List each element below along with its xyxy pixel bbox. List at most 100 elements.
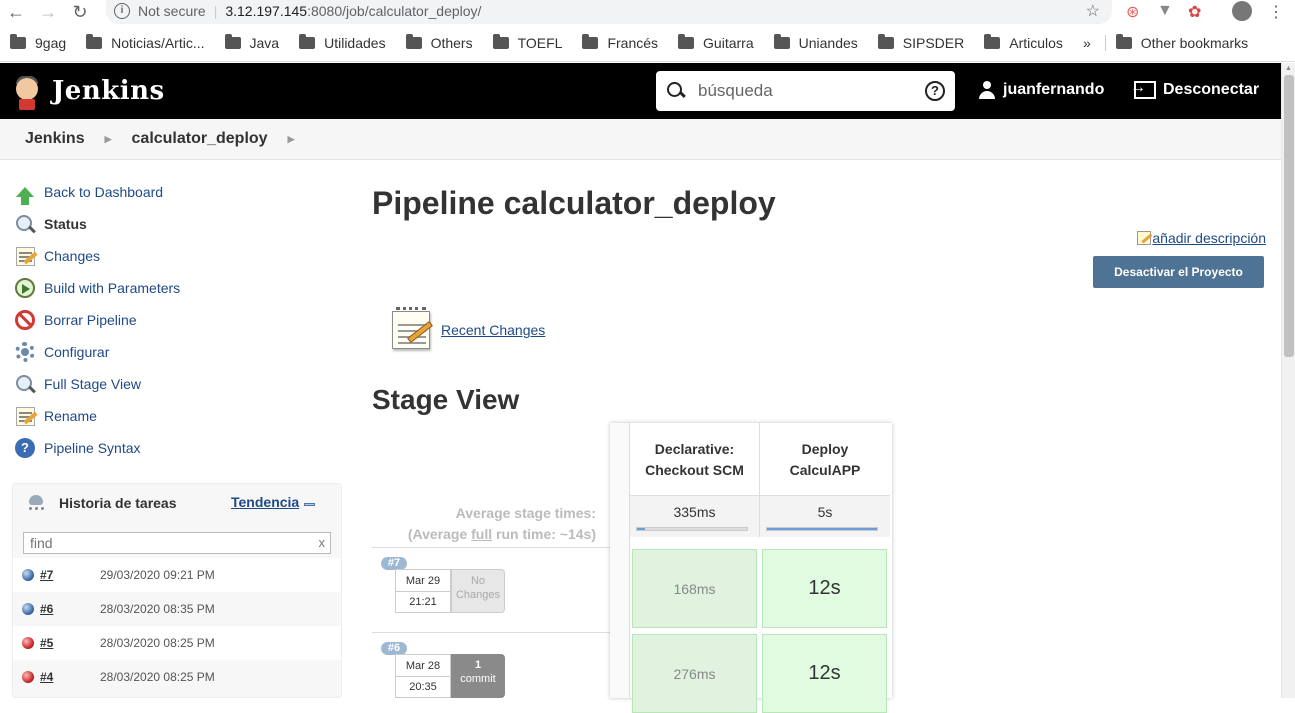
task-rename[interactable]: Rename — [14, 400, 344, 432]
status-red-ball-icon — [22, 671, 34, 683]
folder-icon — [10, 33, 26, 49]
breadcrumb-item-jenkins[interactable]: Jenkins — [25, 130, 85, 148]
stage-cell-6-deploy[interactable]: 12s — [762, 634, 887, 713]
search-box[interactable]: ? — [656, 71, 955, 111]
add-description-link[interactable]: añadir descripción — [1137, 230, 1266, 246]
back-arrow-icon[interactable]: ← — [0, 1, 32, 23]
bookmarks-overflow[interactable]: » — [1083, 35, 1091, 51]
bookmarks-bar: 9gag Noticias/Artic... Java Utilidades O… — [0, 24, 1295, 62]
breadcrumb-chevron-icon[interactable]: ▶ — [105, 134, 112, 145]
stage-view-table: Declarative: Checkout SCM Deploy CalculA… — [610, 423, 892, 713]
bookmark-folder[interactable]: Articulos — [984, 33, 1063, 51]
menu-dots-icon[interactable]: ⋮ — [1268, 2, 1284, 22]
profile-avatar[interactable] — [1232, 1, 1252, 21]
run-changes[interactable]: No Changes — [451, 569, 505, 613]
forward-arrow-icon[interactable]: → — [32, 1, 64, 23]
status-blue-ball-icon — [22, 569, 34, 581]
build-row: #6 28/03/2020 08:35 PM — [13, 592, 341, 626]
logout-link[interactable]: Desconectar — [1130, 79, 1259, 99]
bookmark-label: SIPSDER — [902, 34, 965, 51]
clear-filter-icon[interactable]: x — [319, 535, 326, 550]
build-number-link[interactable]: #4 — [40, 670, 100, 684]
bookmark-folder[interactable]: Others — [405, 33, 473, 51]
task-label: Changes — [44, 248, 101, 264]
extension-color-icon[interactable]: ✿ — [1188, 2, 1201, 22]
build-number-link[interactable]: #7 — [40, 568, 100, 582]
scroll-up-icon[interactable]: ▲ — [1285, 65, 1292, 72]
recent-changes-link[interactable]: Recent Changes — [441, 322, 545, 338]
task-status[interactable]: Status — [14, 208, 344, 240]
run-changes[interactable]: 1 commit — [451, 654, 505, 698]
stage-name-line-1: Deploy — [801, 441, 849, 457]
bookmark-folder[interactable]: Guitarra — [678, 33, 754, 51]
bookmark-folder[interactable]: SIPSDER — [877, 33, 965, 51]
task-delete-pipeline[interactable]: Borrar Pipeline — [14, 304, 344, 336]
build-date[interactable]: 28/03/2020 08:35 PM — [100, 602, 215, 616]
jenkins-logo-text[interactable]: Jenkins — [52, 76, 165, 106]
clock-run-icon — [14, 277, 36, 299]
recent-changes[interactable]: Recent Changes — [390, 307, 545, 353]
trend-link[interactable]: Tendencia — [231, 494, 299, 510]
extension-v-icon[interactable]: ▼ — [1157, 2, 1173, 20]
run-month-day: Mar 29 — [396, 570, 450, 592]
changes-line-2: Changes — [455, 589, 501, 601]
stage-header-checkout: Declarative: Checkout SCM — [630, 423, 760, 495]
bookmark-folder[interactable]: Noticias/Artic... — [86, 33, 205, 51]
stage-cell-6-checkout[interactable]: 276ms — [632, 634, 757, 713]
jenkins-logo-icon[interactable] — [12, 72, 42, 110]
bookmark-folder[interactable]: Uniandes — [773, 33, 858, 51]
scrollbar-thumb[interactable] — [1284, 75, 1294, 357]
url-host: 3.12.197.145 — [225, 3, 308, 19]
vertical-scrollbar[interactable]: ▲ — [1281, 63, 1295, 698]
full-run-link[interactable]: full — [471, 526, 492, 542]
task-full-stage-view[interactable]: Full Stage View — [14, 368, 344, 400]
avg-time-deploy: 5s — [760, 495, 890, 537]
stage-cell-7-checkout[interactable]: 168ms — [632, 549, 757, 628]
build-filter-input[interactable] — [23, 532, 331, 554]
reload-icon[interactable]: ↻ — [64, 1, 96, 23]
stage-header-deploy: Deploy CalculAPP — [760, 423, 890, 495]
address-bar[interactable]: i Not secure | 3.12.197.145:8080/job/cal… — [106, 0, 1112, 24]
stage-cell-7-deploy[interactable]: 12s — [762, 549, 887, 628]
help-icon[interactable]: ? — [925, 81, 945, 101]
breadcrumb-chevron-icon[interactable]: ▶ — [288, 134, 295, 145]
build-history-title: Historia de tareas — [59, 494, 177, 511]
bookmark-folder[interactable]: Utilidades — [299, 33, 386, 51]
breadcrumb-item-job[interactable]: calculator_deploy — [132, 130, 268, 148]
status-blue-ball-icon — [22, 603, 34, 615]
build-date[interactable]: 28/03/2020 08:25 PM — [100, 670, 215, 684]
jenkins-header: Jenkins ? juanfernando Desconectar — [0, 63, 1281, 119]
security-label: Not secure — [138, 3, 206, 19]
build-number-link[interactable]: #5 — [40, 636, 100, 650]
gear-icon — [14, 341, 36, 363]
info-icon[interactable]: i — [114, 3, 130, 19]
folder-icon — [86, 33, 103, 49]
user-link[interactable]: juanfernando — [978, 81, 1104, 99]
disable-project-button[interactable]: Desactivar el Proyecto — [1093, 256, 1264, 288]
build-row: #7 29/03/2020 09:21 PM — [13, 558, 341, 592]
bookmark-folder[interactable]: Francés — [582, 33, 658, 51]
task-build-with-parameters[interactable]: Build with Parameters — [14, 272, 344, 304]
build-date[interactable]: 28/03/2020 08:25 PM — [100, 636, 215, 650]
task-configure[interactable]: Configurar — [14, 336, 344, 368]
run-date: Mar 29 21:21 — [395, 569, 451, 613]
bookmark-folder[interactable]: TOEFL — [492, 33, 562, 51]
collapse-icon[interactable] — [304, 503, 315, 506]
other-bookmarks[interactable]: Other bookmarks — [1104, 33, 1248, 51]
bookmark-folder[interactable]: Java — [224, 33, 279, 51]
changes-line-2: commit — [460, 673, 496, 685]
bookmark-label: Guitarra — [703, 34, 754, 51]
task-pipeline-syntax[interactable]: ? Pipeline Syntax — [14, 432, 344, 464]
extension-red-icon[interactable]: ⊛ — [1126, 2, 1139, 22]
search-input[interactable] — [698, 81, 908, 101]
task-changes[interactable]: Changes — [14, 240, 344, 272]
build-number-link[interactable]: #6 — [40, 602, 100, 616]
run-month-day: Mar 28 — [396, 655, 450, 677]
folder-icon — [678, 33, 695, 49]
task-back-to-dashboard[interactable]: Back to Dashboard — [14, 176, 344, 208]
bookmark-star-icon[interactable]: ☆ — [1086, 1, 1100, 21]
build-date[interactable]: 29/03/2020 09:21 PM — [100, 568, 215, 582]
run-time: 20:35 — [409, 681, 437, 693]
folder-icon — [877, 33, 894, 49]
bookmark-folder[interactable]: 9gag — [10, 33, 66, 51]
